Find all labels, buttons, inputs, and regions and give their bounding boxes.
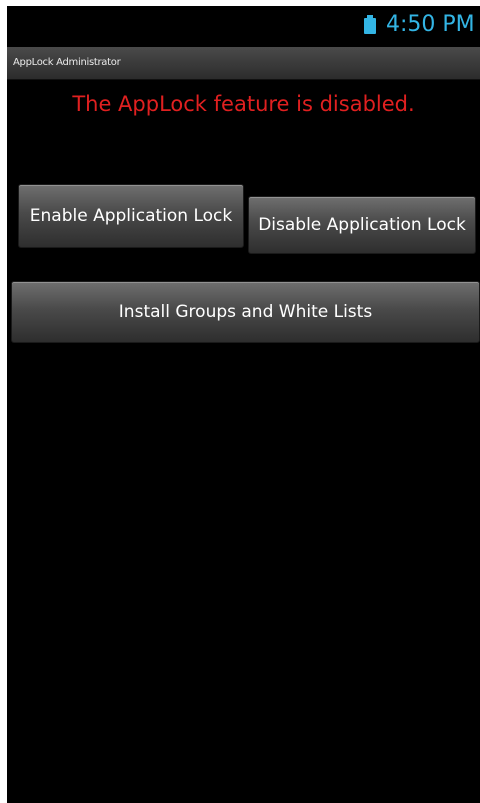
install-button-label: Install Groups and White Lists (118, 302, 373, 322)
status-bar-clock: 4:50 PM (386, 12, 475, 37)
device-screen: 4:50 PM AppLock Administrator The AppLoc… (7, 6, 480, 803)
app-title: AppLock Administrator (13, 57, 121, 68)
enable-application-lock-button[interactable]: Enable Application Lock (18, 184, 244, 248)
install-groups-and-white-lists-button[interactable]: Install Groups and White Lists (11, 281, 480, 343)
app-title-bar: AppLock Administrator (7, 47, 480, 80)
status-bar: 4:50 PM (7, 6, 480, 46)
applock-status-message: The AppLock feature is disabled. (72, 92, 415, 116)
disable-button-label: Disable Application Lock (258, 215, 466, 235)
battery-icon (364, 15, 376, 34)
enable-button-label: Enable Application Lock (29, 206, 233, 226)
disable-application-lock-button[interactable]: Disable Application Lock (248, 196, 476, 254)
